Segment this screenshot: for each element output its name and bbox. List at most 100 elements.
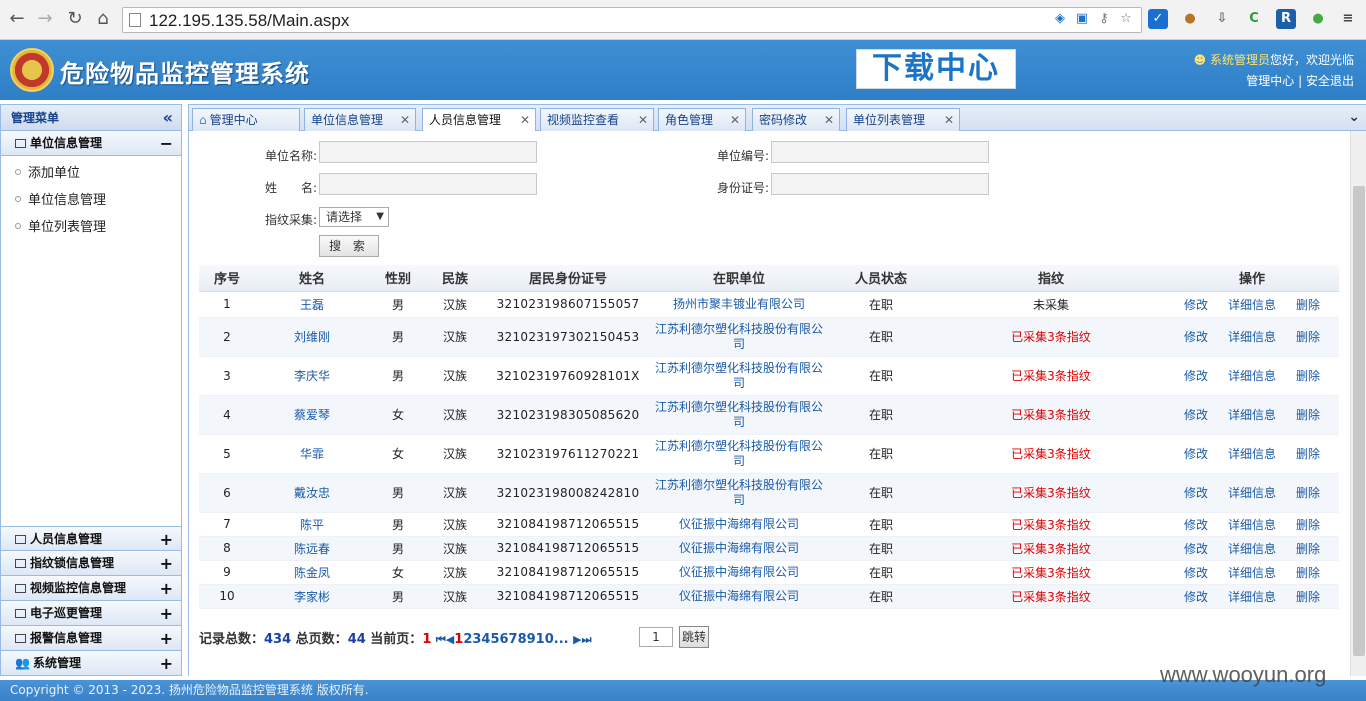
sidebar-section-system[interactable]: 👥 系统管理 +: [1, 651, 181, 676]
delete-link[interactable]: 删除: [1296, 566, 1320, 580]
close-icon[interactable]: ✕: [400, 109, 410, 131]
section-expand-icon[interactable]: +: [160, 527, 173, 552]
person-name-link[interactable]: 华霏: [255, 434, 369, 474]
person-name-link[interactable]: 蔡爱琴: [255, 395, 369, 435]
unit-link[interactable]: 江苏利德尔塑化科技股份有限公司: [653, 473, 825, 513]
edit-link[interactable]: 修改: [1184, 330, 1208, 344]
download-icon[interactable]: ⇩: [1212, 9, 1232, 29]
green-extension-icon[interactable]: ●: [1308, 9, 1328, 29]
edit-link[interactable]: 修改: [1184, 518, 1208, 532]
unit-link[interactable]: 江苏利德尔塑化科技股份有限公司: [653, 317, 825, 357]
forward-icon[interactable]: →: [34, 8, 56, 30]
person-name-link[interactable]: 李庆华: [255, 356, 369, 396]
person-name-input[interactable]: [319, 173, 537, 195]
back-icon[interactable]: ←: [6, 8, 28, 30]
tab-personnel-info[interactable]: 人员信息管理 ✕: [422, 108, 536, 133]
tab-manage-center[interactable]: ⌂ 管理中心: [192, 108, 300, 132]
r-extension-icon[interactable]: R: [1276, 9, 1296, 29]
section-expand-icon[interactable]: +: [160, 626, 173, 651]
sidebar-item-unit-info[interactable]: 单位信息管理: [1, 187, 181, 214]
person-name-link[interactable]: 陈金凤: [255, 560, 369, 585]
check-extension-icon[interactable]: ✓: [1148, 9, 1168, 29]
person-name-link[interactable]: 陈远春: [255, 536, 369, 561]
details-link[interactable]: 详细信息: [1228, 298, 1276, 312]
unit-code-input[interactable]: [771, 141, 989, 163]
edit-link[interactable]: 修改: [1184, 447, 1208, 461]
unit-name-input[interactable]: [319, 141, 537, 163]
close-icon[interactable]: ✕: [730, 109, 740, 131]
details-link[interactable]: 详细信息: [1228, 518, 1276, 532]
prev-page-icon[interactable]: ◀: [446, 633, 454, 646]
details-link[interactable]: 详细信息: [1228, 369, 1276, 383]
person-name-link[interactable]: 戴汝忠: [255, 473, 369, 513]
sidebar-section-personnel[interactable]: 人员信息管理 +: [1, 526, 181, 551]
person-name-link[interactable]: 陈平: [255, 512, 369, 537]
reload-icon[interactable]: ↻: [64, 8, 86, 30]
section-expand-icon[interactable]: +: [160, 601, 173, 626]
edit-link[interactable]: 修改: [1184, 542, 1208, 556]
shield-icon[interactable]: ◈: [1050, 9, 1070, 29]
cookie-icon[interactable]: ●: [1180, 9, 1200, 29]
sidebar-section-unit-info[interactable]: 单位信息管理 −: [1, 131, 181, 156]
person-name-link[interactable]: 李家彬: [255, 584, 369, 609]
edit-link[interactable]: 修改: [1184, 408, 1208, 422]
search-button[interactable]: 搜 索: [319, 235, 379, 257]
delete-link[interactable]: 删除: [1296, 447, 1320, 461]
person-name-link[interactable]: 王磊: [255, 291, 369, 318]
edit-link[interactable]: 修改: [1184, 486, 1208, 500]
unit-link[interactable]: 仪征振中海绵有限公司: [653, 512, 825, 537]
page-number-input[interactable]: 1: [639, 627, 673, 647]
unit-link[interactable]: 仪征振中海绵有限公司: [653, 560, 825, 585]
manage-center-link[interactable]: 管理中心: [1246, 74, 1294, 88]
details-link[interactable]: 详细信息: [1228, 566, 1276, 580]
page-links[interactable]: 2345678910...: [463, 632, 568, 647]
close-icon[interactable]: ✕: [944, 109, 954, 131]
unit-link[interactable]: 江苏利德尔塑化科技股份有限公司: [653, 434, 825, 474]
edit-link[interactable]: 修改: [1184, 369, 1208, 383]
logout-link[interactable]: 安全退出: [1306, 74, 1354, 88]
unit-link[interactable]: 仪征振中海绵有限公司: [653, 536, 825, 561]
details-link[interactable]: 详细信息: [1228, 542, 1276, 556]
unit-link[interactable]: 江苏利德尔塑化科技股份有限公司: [653, 395, 825, 435]
delete-link[interactable]: 删除: [1296, 330, 1320, 344]
details-link[interactable]: 详细信息: [1228, 486, 1276, 500]
sidebar-section-patrol[interactable]: 电子巡更管理 +: [1, 601, 181, 626]
sidebar-item-unit-list[interactable]: 单位列表管理: [1, 214, 181, 241]
delete-link[interactable]: 删除: [1296, 518, 1320, 532]
close-icon[interactable]: ✕: [638, 109, 648, 131]
c-extension-icon[interactable]: C: [1244, 9, 1264, 29]
sidebar-section-alarm[interactable]: 报警信息管理 +: [1, 626, 181, 651]
unit-link[interactable]: 江苏利德尔塑化科技股份有限公司: [653, 356, 825, 396]
star-icon[interactable]: ☆: [1116, 9, 1136, 29]
edit-link[interactable]: 修改: [1184, 590, 1208, 604]
section-expand-icon[interactable]: +: [160, 651, 173, 676]
details-link[interactable]: 详细信息: [1228, 330, 1276, 344]
key-icon[interactable]: ⚷: [1094, 9, 1114, 29]
person-name-link[interactable]: 刘维刚: [255, 317, 369, 357]
menu-icon[interactable]: ≡: [1338, 9, 1358, 29]
address-bar[interactable]: 122.195.135.58/Main.aspx: [122, 7, 1142, 33]
collapse-sidebar-icon[interactable]: «: [163, 105, 173, 131]
tab-unit-info[interactable]: 单位信息管理 ✕: [304, 108, 416, 132]
edit-link[interactable]: 修改: [1184, 566, 1208, 580]
delete-link[interactable]: 删除: [1296, 369, 1320, 383]
tab-list-menu-icon[interactable]: ⌄: [1348, 109, 1360, 125]
delete-link[interactable]: 删除: [1296, 542, 1320, 556]
download-center-banner[interactable]: 下载中心: [856, 49, 1016, 89]
section-collapse-icon[interactable]: −: [160, 131, 173, 156]
close-icon[interactable]: ✕: [824, 109, 834, 131]
home-icon[interactable]: ⌂: [92, 8, 114, 30]
unit-link[interactable]: 仪征振中海绵有限公司: [653, 584, 825, 609]
jump-button[interactable]: 跳转: [679, 626, 709, 648]
delete-link[interactable]: 删除: [1296, 590, 1320, 604]
fingerprint-select[interactable]: 请选择 ▼: [319, 207, 389, 227]
user-name[interactable]: 系统管理员: [1210, 53, 1270, 67]
section-expand-icon[interactable]: +: [160, 576, 173, 601]
first-page-icon[interactable]: ⏮: [436, 633, 446, 646]
tab-password[interactable]: 密码修改 ✕: [752, 108, 840, 132]
delete-link[interactable]: 删除: [1296, 298, 1320, 312]
next-page-icon[interactable]: ▶: [573, 633, 581, 646]
tab-role-manage[interactable]: 角色管理 ✕: [658, 108, 746, 132]
sidebar-section-video[interactable]: 视频监控信息管理 +: [1, 576, 181, 601]
sidebar-section-fingerprint-lock[interactable]: 指纹锁信息管理 +: [1, 551, 181, 576]
